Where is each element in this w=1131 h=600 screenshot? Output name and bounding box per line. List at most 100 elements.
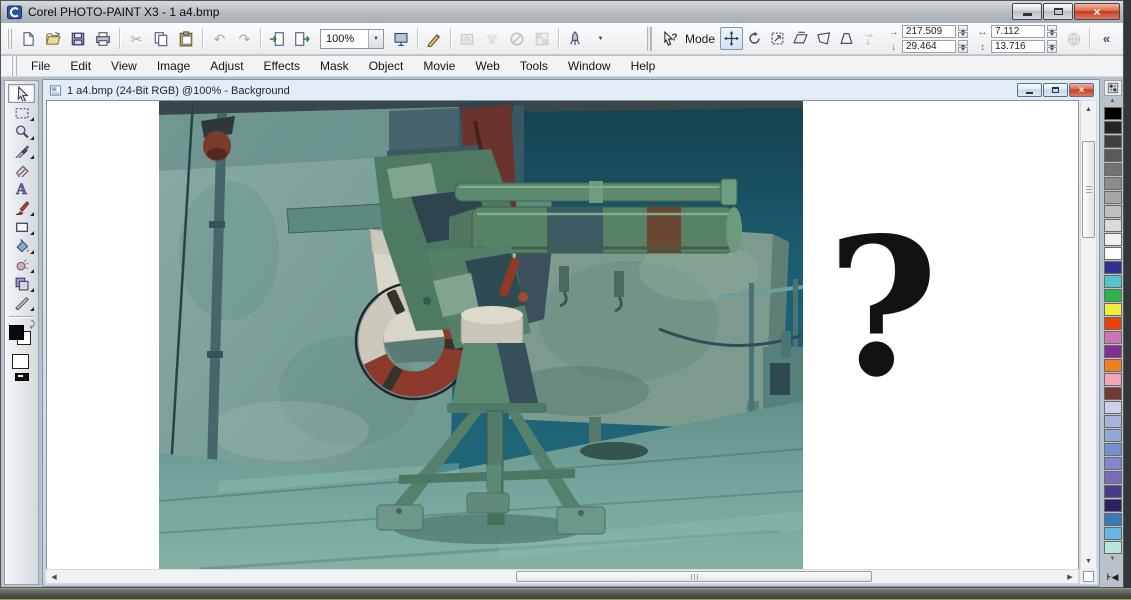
palette-swatch[interactable] (1104, 303, 1122, 316)
y-position-field[interactable] (902, 40, 956, 53)
palette-swatch[interactable] (1104, 163, 1122, 176)
zoom-tool[interactable] (8, 122, 35, 141)
save-button[interactable] (66, 27, 91, 51)
palette-swatch[interactable] (1104, 485, 1122, 498)
spinner[interactable] (958, 25, 968, 38)
rectangle-tool[interactable] (8, 217, 35, 236)
menu-item-object[interactable]: Object (359, 56, 414, 76)
height-field[interactable] (991, 40, 1045, 53)
eyedropper-tool[interactable] (8, 141, 35, 160)
fill-color-swatch[interactable] (12, 354, 29, 369)
menu-item-tools[interactable]: Tools (510, 56, 558, 76)
palette-options-button[interactable] (1104, 80, 1122, 96)
copy-button[interactable] (149, 27, 174, 51)
palette-swatch[interactable] (1104, 135, 1122, 148)
scale-mode-button[interactable] (766, 27, 789, 50)
spinner[interactable] (1047, 25, 1057, 38)
palette-swatch[interactable] (1104, 415, 1122, 428)
launcher-dropdown-arrow[interactable]: ▼ (588, 27, 613, 51)
palette-swatch[interactable] (1104, 541, 1122, 554)
skew-mode-button[interactable] (789, 27, 812, 50)
horizontal-scrollbar[interactable]: ◀ ▶ (45, 569, 1079, 584)
palette-swatch[interactable] (1104, 205, 1122, 218)
fill-tool[interactable] (8, 236, 35, 255)
minimize-button[interactable] (1012, 3, 1042, 20)
object-pick-tool[interactable] (8, 84, 35, 103)
palette-swatch[interactable] (1104, 331, 1122, 344)
fullscreen-preview-button[interactable] (389, 27, 414, 51)
title-bar[interactable]: Corel PHOTO-PAINT X3 - 1 a4.bmp × (1, 1, 1123, 23)
import-button[interactable] (265, 27, 290, 51)
palette-swatch[interactable] (1104, 191, 1122, 204)
palette-swatch[interactable] (1104, 275, 1122, 288)
palette-swatch[interactable] (1104, 177, 1122, 190)
print-button[interactable] (91, 27, 116, 51)
scroll-left-icon[interactable]: ◀ (46, 570, 62, 583)
export-button[interactable] (290, 27, 315, 51)
horizontal-scrollbar-thumb[interactable] (516, 571, 872, 582)
menu-item-image[interactable]: Image (147, 56, 200, 76)
maximize-button[interactable] (1043, 3, 1073, 20)
menu-item-edit[interactable]: Edit (60, 56, 101, 76)
app-launcher-button[interactable] (563, 27, 588, 51)
vertical-scrollbar[interactable]: ▲ ▼ (1080, 100, 1097, 570)
palette-swatch[interactable] (1104, 149, 1122, 162)
menu-item-view[interactable]: View (101, 56, 147, 76)
palette-swatch[interactable] (1104, 513, 1122, 526)
mask-tool[interactable] (8, 103, 35, 122)
palette-swatch[interactable] (1104, 443, 1122, 456)
toolbar-drag-handle[interactable] (7, 29, 12, 49)
palette-swatch[interactable] (1104, 499, 1122, 512)
x-position-field[interactable] (902, 25, 956, 38)
palette-swatch[interactable] (1104, 107, 1122, 120)
text-tool[interactable]: A (8, 179, 35, 198)
rollup-button[interactable]: « (1094, 27, 1119, 51)
resize-grip[interactable] (1080, 569, 1097, 584)
width-field[interactable] (991, 25, 1045, 38)
vertical-scrollbar-thumb[interactable] (1082, 141, 1095, 238)
document-minimize-button[interactable] (1017, 83, 1042, 97)
chevron-down-icon[interactable]: ▼ (368, 30, 383, 48)
palette-swatch[interactable] (1104, 219, 1122, 232)
scroll-right-icon[interactable]: ▶ (1062, 570, 1078, 583)
palette-scroll-up-icon[interactable]: ▲ (1104, 97, 1122, 106)
palette-swatch[interactable] (1104, 345, 1122, 358)
document-restore-button[interactable] (1043, 83, 1068, 97)
foreground-color-swatch[interactable] (9, 325, 24, 340)
menu-item-mask[interactable]: Mask (310, 56, 359, 76)
palette-expand-button[interactable]: ⊦◀ (1101, 572, 1124, 583)
eraser-tool[interactable] (8, 160, 35, 179)
palette-swatch[interactable] (1104, 429, 1122, 442)
menu-item-file[interactable]: File (21, 56, 60, 76)
new-button[interactable] (16, 27, 41, 51)
palette-swatch[interactable] (1104, 289, 1122, 302)
open-button[interactable] (41, 27, 66, 51)
palette-scroll-down-icon[interactable]: ▼ (1104, 555, 1122, 564)
palette-swatch[interactable] (1104, 373, 1122, 386)
menu-item-movie[interactable]: Movie (413, 56, 465, 76)
image-slicing-tool[interactable] (8, 293, 35, 312)
paste-button[interactable] (174, 27, 199, 51)
palette-swatch[interactable] (1104, 359, 1122, 372)
palette-swatch[interactable] (1104, 387, 1122, 400)
menu-item-web[interactable]: Web (465, 56, 509, 76)
pen-settings-button[interactable] (422, 27, 447, 51)
transparency-swatch[interactable] (15, 373, 29, 381)
swap-colors-icon[interactable]: ⤸ (30, 319, 35, 330)
palette-swatch[interactable] (1104, 121, 1122, 134)
document-title-bar[interactable]: 1 a4.bmp (24-Bit RGB) @100% - Background… (45, 81, 1097, 100)
palette-swatch[interactable] (1104, 471, 1122, 484)
palette-swatch[interactable] (1104, 233, 1122, 246)
paint-tool[interactable] (8, 198, 35, 217)
menu-item-effects[interactable]: Effects (254, 56, 310, 76)
distort-mode-button[interactable] (812, 27, 835, 50)
menu-item-help[interactable]: Help (621, 56, 666, 76)
spinner[interactable] (958, 40, 968, 53)
perspective-mode-button[interactable] (835, 27, 858, 50)
zoom-level-combobox[interactable]: 100%▼ (320, 29, 384, 49)
palette-swatch[interactable] (1104, 401, 1122, 414)
menubar-drag-handle[interactable] (11, 56, 17, 76)
touchup-tool[interactable] (8, 255, 35, 274)
menu-item-adjust[interactable]: Adjust (200, 56, 253, 76)
close-button[interactable]: × (1074, 3, 1120, 20)
